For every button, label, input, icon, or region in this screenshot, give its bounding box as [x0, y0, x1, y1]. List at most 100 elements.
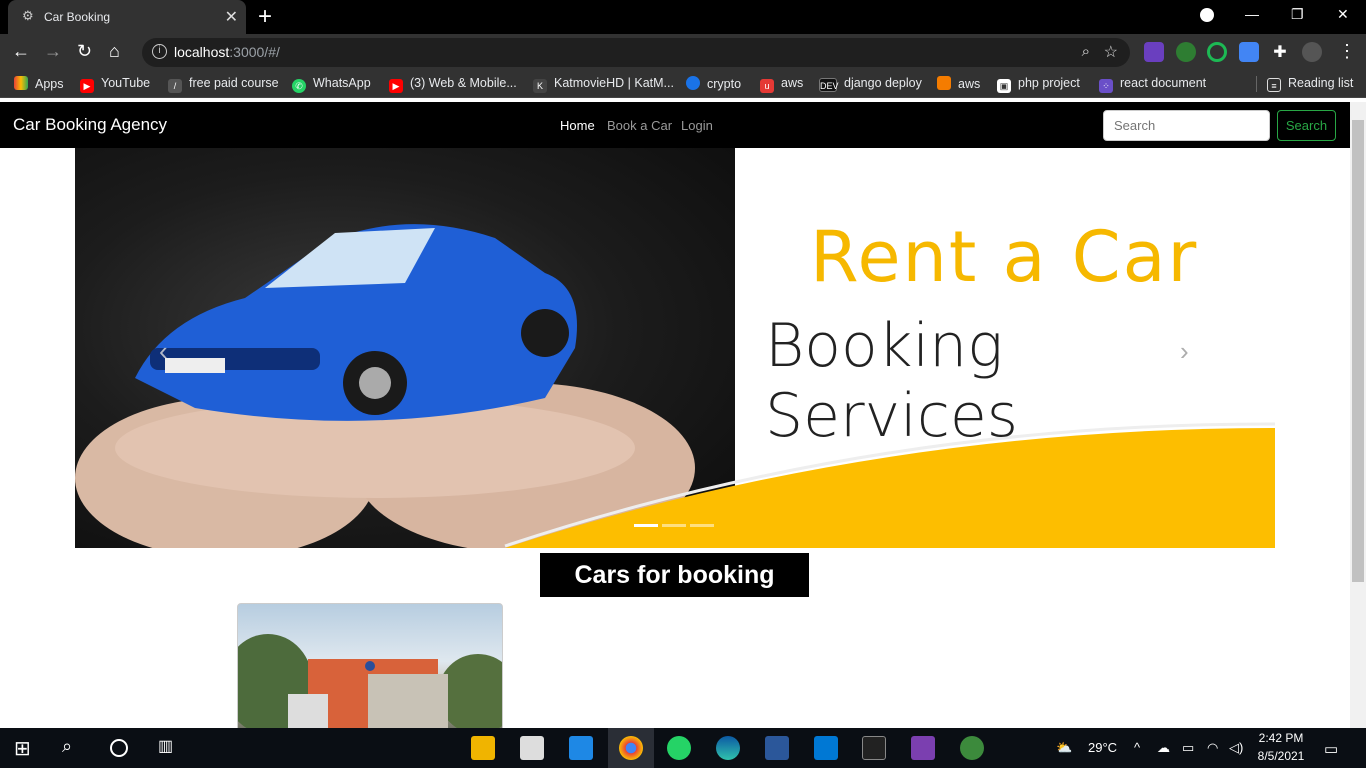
file-explorer-icon[interactable]	[471, 736, 495, 760]
windows-taskbar: ⊞ ⌕ ▥ ⛅ 29°C ^ ☁ ▭ ◠ ◁) 2:42 PM 8/5/2021…	[0, 728, 1366, 768]
forward-icon[interactable]: →	[44, 40, 62, 62]
youtube-icon: ▶	[80, 79, 94, 93]
windows-start-icon[interactable]: ⊞	[14, 736, 38, 760]
katmovie-icon: K	[533, 79, 547, 93]
cortana-icon[interactable]	[110, 739, 128, 757]
site-brand[interactable]: Car Booking Agency	[13, 115, 167, 135]
hero-carousel: Rent a Car Booking Services ‹ ›	[75, 148, 1275, 548]
bookmarks-bar: Apps ▶ YouTube / free paid course ✆ WhatsAp…	[0, 70, 1366, 98]
word-icon[interactable]	[765, 736, 789, 760]
nav-login[interactable]: Login	[681, 118, 713, 133]
bookmark-crypto[interactable]: crypto	[686, 76, 741, 91]
browser-tab-strip: ⚙ Car Booking ✕ + — ❐ ✕	[0, 0, 1366, 34]
chrome-icon[interactable]	[619, 736, 643, 760]
volume-icon[interactable]: ◁)	[1229, 740, 1243, 756]
edge-icon[interactable]	[716, 736, 740, 760]
hero-headline: Rent a Car	[810, 216, 1199, 298]
search-input[interactable]	[1103, 110, 1270, 141]
back-icon[interactable]: ←	[12, 40, 30, 62]
carousel-indicator-1[interactable]	[634, 524, 658, 527]
wifi-icon[interactable]: ◠	[1207, 740, 1218, 756]
mail-icon[interactable]	[569, 736, 593, 760]
task-view-icon[interactable]: ▥	[158, 736, 182, 760]
close-tab-icon[interactable]: ✕	[225, 7, 238, 27]
crypto-icon	[686, 76, 700, 90]
apps-grid-icon	[14, 76, 28, 90]
extensions-puzzle-icon[interactable]: ✚	[1270, 42, 1290, 62]
site-info-icon[interactable]: i	[152, 44, 167, 59]
building-photo	[238, 634, 502, 728]
carousel-indicator-2[interactable]	[662, 524, 686, 527]
carousel-prev-icon[interactable]: ‹	[159, 336, 168, 367]
web-page: Car Booking Agency Home Book a Car Login…	[0, 102, 1350, 728]
bookmark-aws[interactable]: u aws	[760, 76, 803, 93]
aws-box-icon	[937, 76, 951, 90]
course-icon: /	[168, 79, 182, 93]
battery-icon[interactable]: ▭	[1182, 740, 1194, 756]
section-heading: Cars for booking	[540, 553, 809, 597]
bookmark-youtube[interactable]: ▶ YouTube	[80, 76, 150, 93]
bookmark-katmoviehd[interactable]: K KatmovieHD | KatM...	[533, 76, 674, 93]
bookmark-whatsapp[interactable]: ✆ WhatsApp	[292, 76, 371, 93]
scrollbar-thumb[interactable]	[1352, 120, 1364, 582]
tray-chevron-icon[interactable]: ^	[1134, 740, 1140, 755]
dev-icon: DEV	[819, 78, 839, 92]
home-icon[interactable]: ⌂	[109, 40, 120, 62]
zoom-icon[interactable]: ⌕	[1082, 43, 1090, 60]
reload-icon[interactable]: ↻	[77, 40, 92, 62]
weather-temp[interactable]: 29°C	[1088, 740, 1117, 755]
bookmark-django-deploy[interactable]: DEV django deploy	[819, 76, 922, 92]
clock-time[interactable]: 2:42 PM	[1258, 731, 1304, 745]
reading-list-icon: ≡	[1267, 78, 1281, 92]
address-bar[interactable]: i localhost:3000/#/ ⌕ ☆	[142, 38, 1130, 67]
browser-tab[interactable]: ⚙ Car Booking ✕	[8, 0, 246, 34]
bookmark-aws-2[interactable]: aws	[937, 76, 980, 91]
weather-icon[interactable]: ⛅	[1056, 740, 1072, 756]
minimize-icon[interactable]: —	[1245, 6, 1259, 22]
nav-home[interactable]: Home	[560, 118, 595, 133]
tab-title: Car Booking	[44, 10, 111, 24]
php-project-icon: ▣	[997, 79, 1011, 93]
clock-date[interactable]: 8/5/2021	[1255, 749, 1307, 763]
restore-icon[interactable]: ❐	[1291, 6, 1304, 23]
google-translate-icon[interactable]	[1239, 42, 1259, 62]
bookmark-free-paid-course[interactable]: / free paid course	[168, 76, 279, 93]
terminal-icon[interactable]	[862, 736, 886, 760]
notifications-icon[interactable]: ▭	[1324, 740, 1338, 758]
idm-icon[interactable]	[960, 736, 984, 760]
car-card[interactable]	[237, 603, 503, 728]
carousel-next-icon[interactable]: ›	[1180, 336, 1189, 367]
bookmark-apps[interactable]: Apps	[14, 76, 64, 91]
whatsapp-icon[interactable]	[667, 736, 691, 760]
store-icon[interactable]	[520, 736, 544, 760]
git-icon[interactable]	[911, 736, 935, 760]
bookmark-php-project[interactable]: ▣ php project	[997, 76, 1080, 93]
extension-target-icon[interactable]	[1207, 42, 1227, 62]
carousel-indicator-3[interactable]	[690, 524, 714, 527]
profile-menu-icon[interactable]	[1200, 8, 1214, 22]
search-icon[interactable]: ⌕	[62, 736, 86, 760]
whatsapp-icon: ✆	[292, 79, 306, 93]
hero-subheadline: Booking Services	[765, 311, 1019, 451]
browser-toolbar: ← → ↻ ⌂ i localhost:3000/#/ ⌕ ☆ ✚ ⋮	[0, 34, 1366, 70]
react-doc-icon: ⁘	[1099, 79, 1113, 93]
new-tab-icon[interactable]: +	[258, 3, 272, 31]
vscode-icon[interactable]	[814, 736, 838, 760]
site-favicon-icon: ⚙	[22, 8, 34, 23]
reading-list[interactable]: ≡ Reading list	[1256, 76, 1353, 92]
url-text: localhost:3000/#/	[174, 44, 280, 60]
bookmark-star-icon[interactable]: ☆	[1104, 42, 1118, 62]
extension-notification-icon[interactable]	[1144, 42, 1164, 62]
bookmark-web-mobile[interactable]: ▶ (3) Web & Mobile...	[389, 76, 517, 93]
bookmark-react-document[interactable]: ⁘ react document	[1099, 76, 1206, 93]
more-menu-icon[interactable]: ⋮	[1338, 40, 1356, 62]
close-window-icon[interactable]: ✕	[1337, 6, 1349, 23]
avatar[interactable]	[1302, 42, 1322, 62]
search-button[interactable]: Search	[1277, 110, 1336, 141]
page-scrollbar[interactable]	[1350, 102, 1366, 728]
onedrive-icon[interactable]: ☁	[1157, 740, 1170, 756]
udemy-icon: u	[760, 79, 774, 93]
nav-book-a-car[interactable]: Book a Car	[607, 118, 672, 133]
site-navbar: Car Booking Agency Home Book a Car Login…	[0, 102, 1350, 148]
extension-globe-icon[interactable]	[1176, 42, 1196, 62]
